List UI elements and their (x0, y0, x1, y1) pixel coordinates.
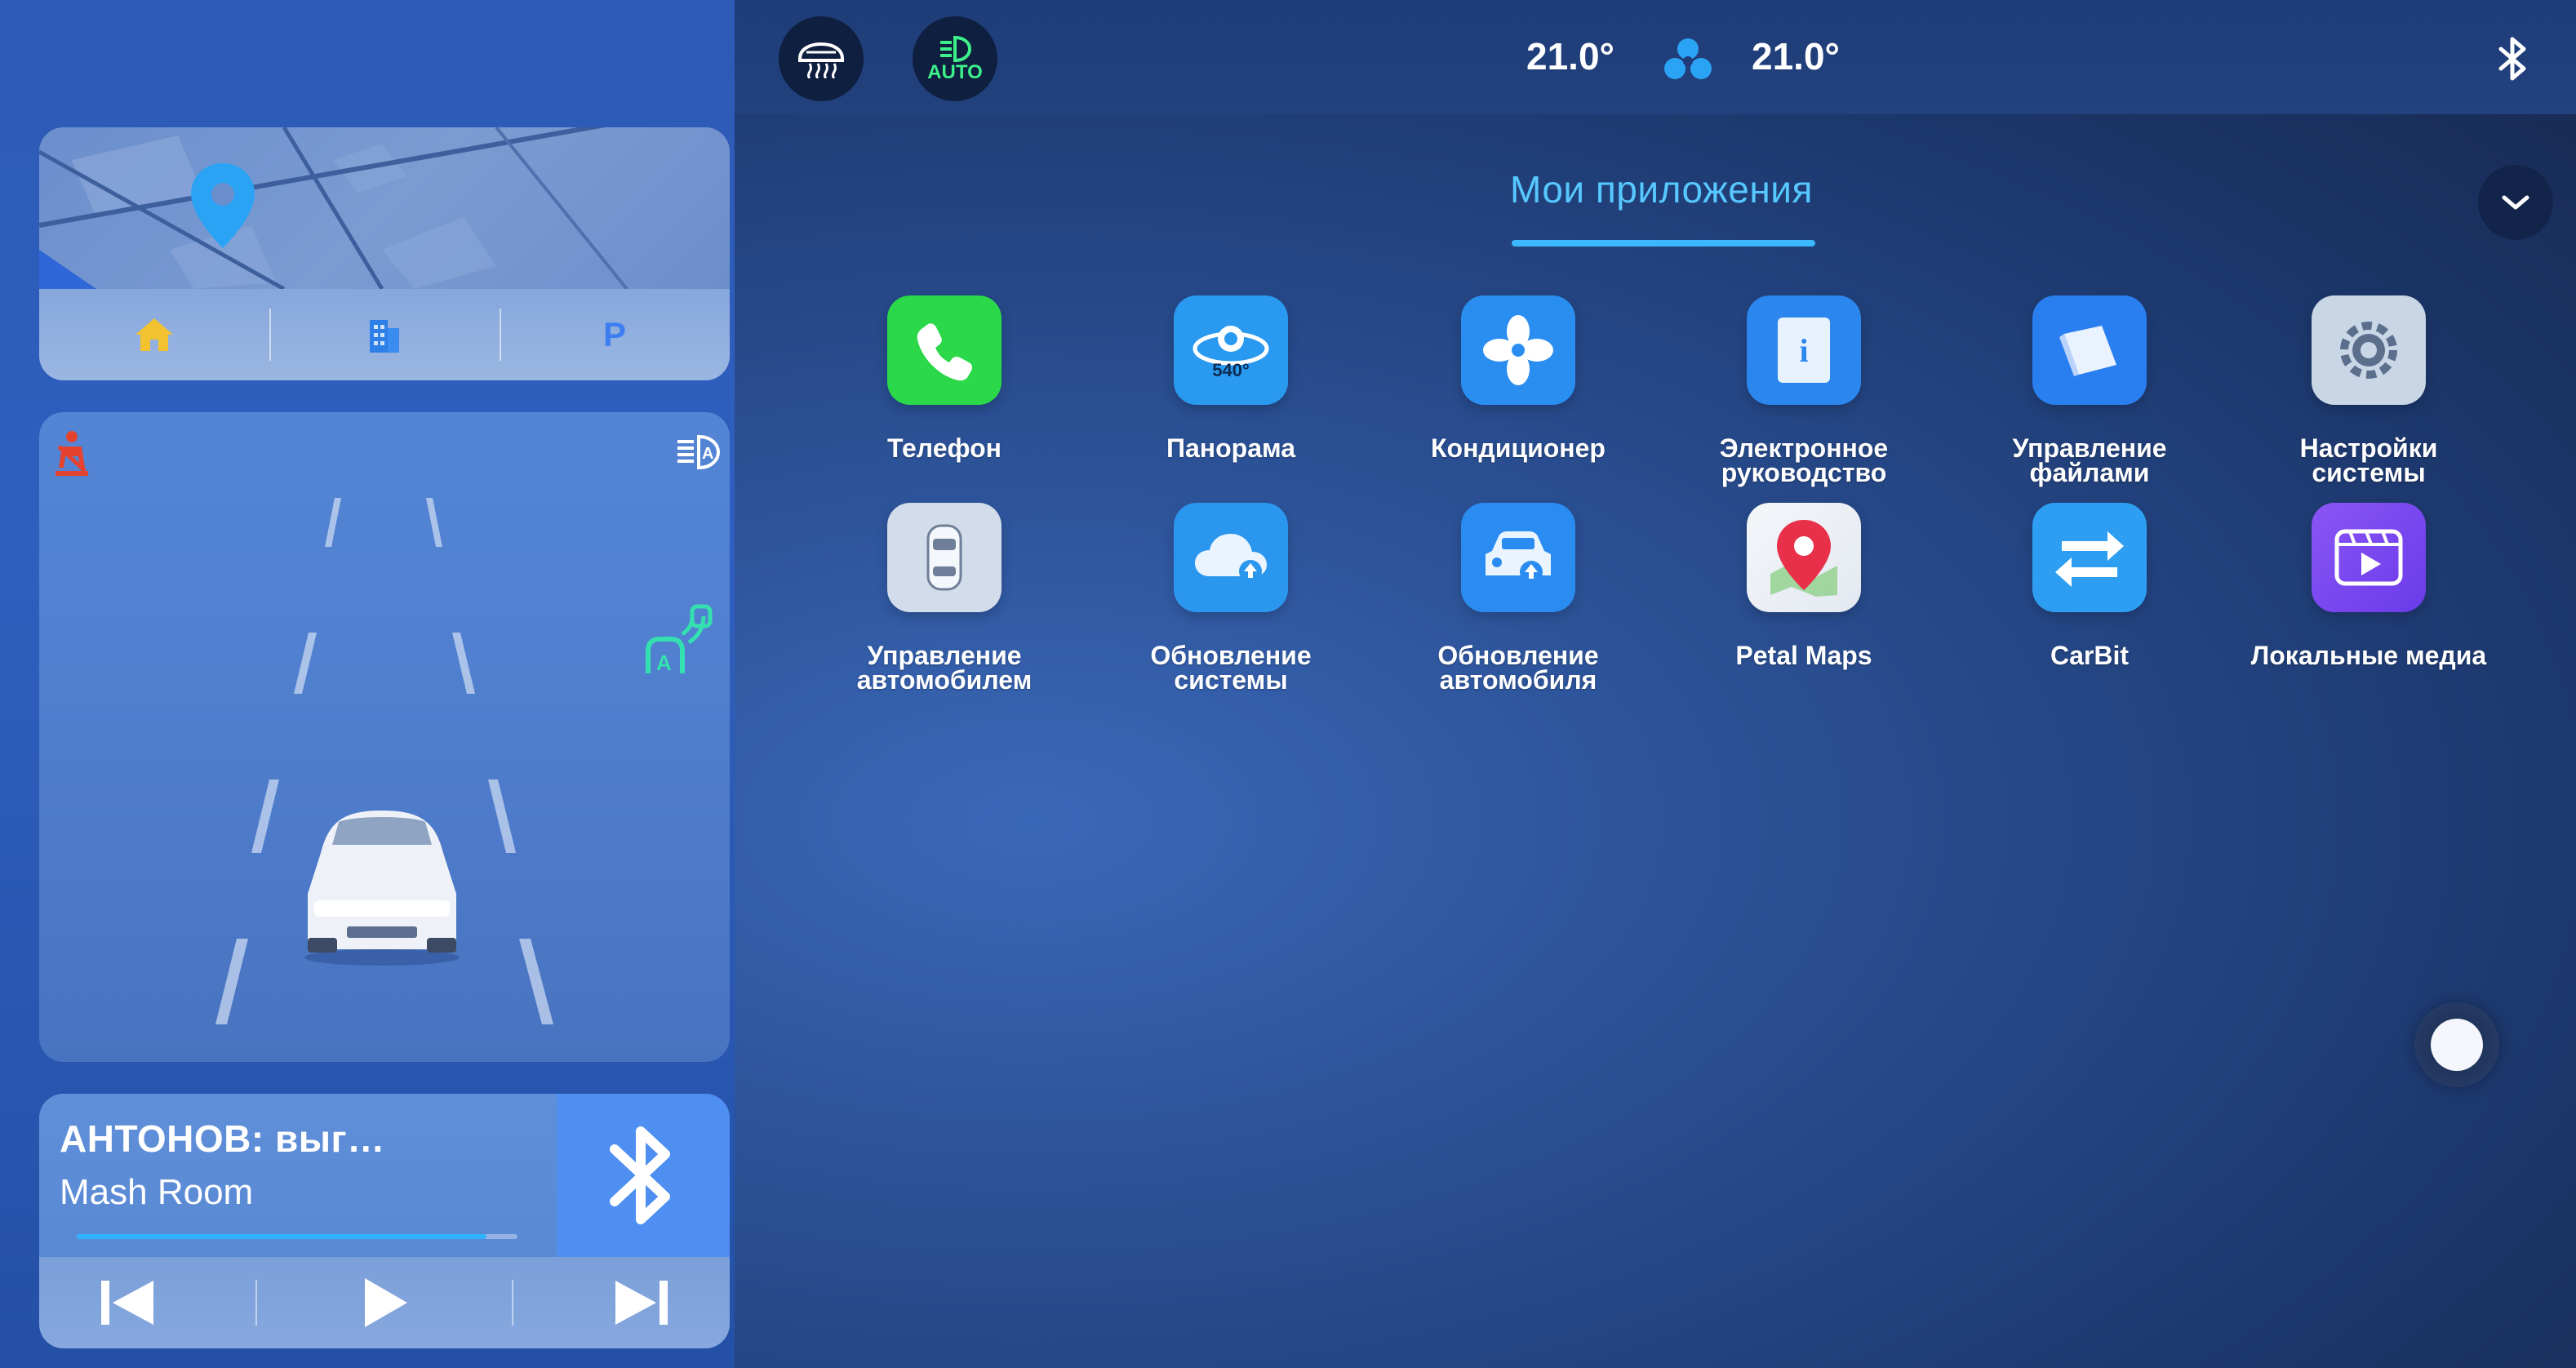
auto-headlight-icon: A (677, 434, 721, 470)
skip-next-icon (615, 1281, 668, 1325)
svg-text:A: A (656, 651, 672, 675)
app-local-media[interactable]: Локальные медиа (2246, 503, 2491, 668)
fan-icon (1461, 295, 1575, 405)
playback-progress-fill (77, 1234, 487, 1239)
panorama-badge: 540° (1212, 360, 1250, 380)
app-label: Электронное руководство (1719, 433, 1889, 487)
app-label: Petal Maps (1735, 641, 1872, 670)
media-controls (39, 1257, 730, 1348)
previous-track-button[interactable] (78, 1257, 176, 1348)
adaptive-cruise-icon: A (646, 604, 713, 675)
app-label: Обновление автомобиля (1437, 641, 1599, 695)
map-shortcuts: P (39, 289, 730, 380)
collapse-button[interactable] (2478, 165, 2553, 240)
app-system-settings[interactable]: Настройки системы (2246, 295, 2491, 487)
left-panel: P A A АНТОНОВ: выг… Mash Room (0, 0, 735, 1368)
seatbelt-warning-icon (56, 431, 88, 476)
driver-temperature[interactable]: 21.0° (1526, 34, 1614, 78)
bluetooth-status-icon[interactable] (2498, 36, 2530, 82)
parking-icon: P (602, 315, 626, 353)
app-label: Локальные медиа (2250, 641, 2487, 670)
app-panorama[interactable]: 540° Панорама (1108, 295, 1353, 463)
bluetooth-icon (610, 1126, 670, 1224)
camera-360-icon: 540° (1174, 295, 1288, 405)
headlight-icon (940, 35, 972, 63)
play-button[interactable] (335, 1257, 433, 1348)
app-label: Управление автомобилем (856, 641, 1033, 695)
location-pin-icon (191, 163, 255, 248)
passenger-temperature[interactable]: 21.0° (1752, 34, 1840, 78)
app-petal-maps[interactable]: Petal Maps (1681, 503, 1926, 668)
app-carbit[interactable]: CarBit (1967, 503, 2212, 668)
cloud-upload-icon (1174, 503, 1288, 612)
controls-divider (512, 1280, 514, 1326)
app-label: Обновление системы (1150, 641, 1312, 695)
auto-headlight-button[interactable]: AUTO (913, 16, 997, 101)
app-manual[interactable]: i Электронное руководство (1681, 295, 1926, 487)
app-label: Настройки системы (2299, 433, 2438, 487)
home-icon (135, 318, 173, 351)
ego-vehicle-icon (304, 811, 460, 966)
media-source-bluetooth[interactable] (557, 1094, 730, 1257)
office-building-icon (370, 320, 399, 353)
driving-assistance-card[interactable]: A A (39, 412, 730, 1062)
app-climate[interactable]: Кондиционер (1396, 295, 1641, 463)
tab-my-apps[interactable]: Мои приложения (1510, 167, 1813, 211)
playback-progress-bar[interactable] (77, 1234, 517, 1239)
map-preview[interactable] (39, 127, 730, 289)
shortcut-parking[interactable]: P (500, 289, 730, 380)
app-system-update[interactable]: Обновление системы (1108, 503, 1353, 695)
play-icon (364, 1278, 407, 1327)
phone-icon (887, 295, 1002, 405)
manual-book-icon: i (1747, 295, 1861, 405)
app-label: Управление файлами (2012, 433, 2167, 487)
media-player-card[interactable]: АНТОНОВ: выг… Mash Room (39, 1094, 730, 1348)
shortcut-home[interactable] (39, 289, 269, 380)
fan-icon[interactable] (1663, 36, 1712, 82)
controls-divider (255, 1280, 257, 1326)
home-dot-icon (2431, 1019, 2483, 1071)
app-phone[interactable]: Телефон (822, 295, 1067, 463)
rear-defrost-icon (798, 42, 844, 78)
app-label: Кондиционер (1431, 433, 1606, 463)
map-pin-icon (1747, 503, 1861, 612)
swap-arrows-icon (2032, 503, 2147, 612)
map-background (39, 127, 628, 289)
car-top-view-icon (887, 503, 1002, 612)
rear-defrost-button[interactable] (779, 16, 864, 101)
video-play-icon (2312, 503, 2426, 612)
next-track-button[interactable] (593, 1257, 691, 1348)
track-title: АНТОНОВ: выг… (60, 1117, 385, 1160)
svg-text:A: A (702, 445, 713, 463)
app-label: Телефон (887, 433, 1002, 463)
navigation-card[interactable]: P (39, 127, 730, 380)
app-vehicle-control[interactable]: Управление автомобилем (822, 503, 1067, 695)
skip-previous-icon (101, 1281, 154, 1325)
settings-gear-icon (2312, 295, 2426, 405)
app-label: Панорама (1166, 433, 1296, 463)
car-update-icon (1461, 503, 1575, 612)
climate-status-bar: AUTO 21.0° 21.0° (735, 0, 2576, 114)
app-vehicle-update[interactable]: Обновление автомобиля (1396, 503, 1641, 695)
folder-icon (2032, 295, 2147, 405)
shortcut-office[interactable] (269, 289, 500, 380)
track-artist: Mash Room (60, 1172, 254, 1212)
now-playing[interactable]: АНТОНОВ: выг… Mash Room (39, 1094, 557, 1257)
chevron-down-icon (2502, 195, 2529, 210)
app-file-manager[interactable]: Управление файлами (1967, 295, 2212, 487)
auto-label: AUTO (927, 61, 983, 83)
tab-active-indicator (1512, 240, 1815, 247)
floating-home-button[interactable] (2414, 1002, 2499, 1087)
app-label: CarBit (2050, 641, 2129, 670)
info-glyph: i (1799, 331, 1809, 369)
